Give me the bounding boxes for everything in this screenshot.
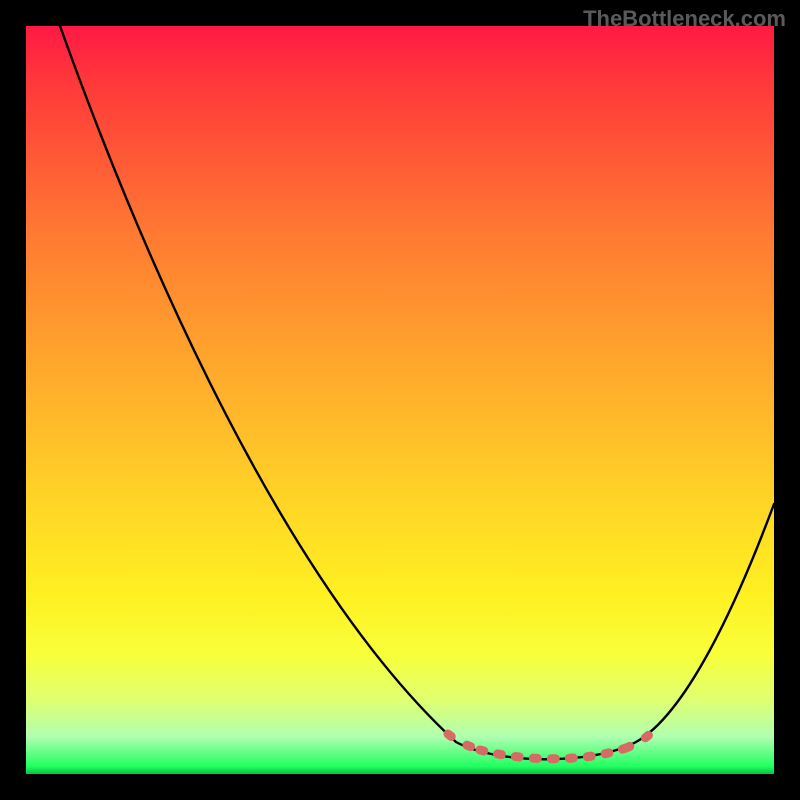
optimal-range-highlight-flat bbox=[480, 748, 626, 759]
plot-area bbox=[26, 26, 774, 774]
bottleneck-curve bbox=[60, 26, 774, 759]
watermark-text: TheBottleneck.com bbox=[583, 6, 786, 32]
optimal-range-highlight-left bbox=[448, 734, 480, 750]
chart-container: TheBottleneck.com bbox=[0, 0, 800, 800]
chart-svg bbox=[26, 26, 774, 774]
optimal-range-highlight-right bbox=[626, 732, 652, 748]
